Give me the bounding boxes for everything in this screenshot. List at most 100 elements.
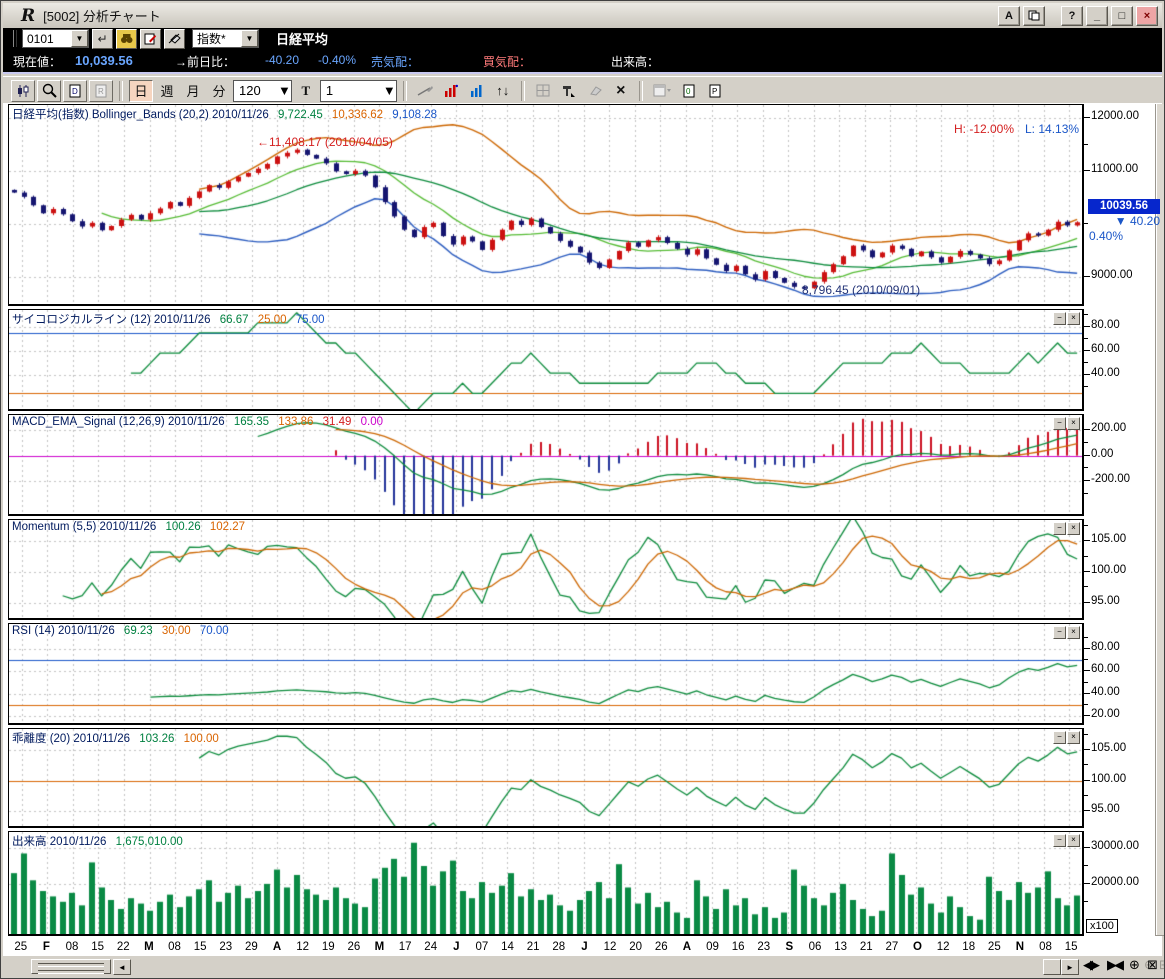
symbol-code-combobox[interactable]: 0101 ▼: [22, 29, 89, 48]
x-axis-label: 17: [392, 941, 418, 953]
momentum-title: Momentum (5,5) 2010/11/26: [12, 521, 156, 533]
search-button[interactable]: [116, 29, 137, 49]
chevron-down-icon[interactable]: ▼: [71, 30, 88, 47]
print-page-button[interactable]: P: [703, 80, 727, 102]
close-button[interactable]: ×: [1136, 6, 1158, 26]
copy-window-button[interactable]: [1023, 6, 1045, 26]
change-pct-value: -0.40%: [318, 53, 356, 67]
help-button[interactable]: ?: [1061, 6, 1083, 26]
panel-minimize-button[interactable]: −: [1053, 731, 1066, 744]
grid-layout-button[interactable]: [531, 80, 555, 102]
page-r-button[interactable]: R: [89, 80, 113, 102]
period-minute-button[interactable]: 分: [207, 80, 231, 102]
panel-minimize-button[interactable]: −: [1053, 626, 1066, 639]
right-splitter[interactable]: [1155, 104, 1165, 936]
panel-close-button[interactable]: ×: [1067, 731, 1080, 744]
panel-minimize-button[interactable]: −: [1053, 417, 1066, 430]
chart-toolbar: D R 日 週 月 分 120 ▼ T 1 ▼ ↑↓: [3, 76, 1162, 104]
red-bars-icon: [444, 84, 458, 97]
scroll-right-button[interactable]: ►: [1061, 959, 1079, 975]
text-tool-button[interactable]: T: [294, 80, 318, 102]
macd-plot[interactable]: [9, 415, 1082, 514]
interval-combobox[interactable]: 1 ▼: [320, 80, 397, 102]
indicator-blue-button[interactable]: [465, 80, 489, 102]
panel-close-button[interactable]: ×: [1067, 626, 1080, 639]
grid-icon: [536, 84, 550, 97]
save-page-button[interactable]: 0: [677, 80, 701, 102]
psy-upper-ref: 75.00: [296, 314, 325, 326]
scroll-left-button[interactable]: ◄: [113, 959, 131, 975]
app-logo-icon: R: [21, 6, 35, 26]
panel-minimize-button[interactable]: −: [1053, 312, 1066, 325]
rsi-title: RSI (14) 2010/11/26: [12, 625, 115, 637]
momentum-value: 100.26: [165, 521, 200, 533]
zoom-tool-button[interactable]: [37, 80, 61, 102]
y-axis-tick-mark: [1084, 749, 1090, 750]
period-week-button[interactable]: 週: [155, 80, 179, 102]
object-tool-button[interactable]: [557, 80, 581, 102]
panel-minimize-button[interactable]: −: [1053, 834, 1066, 847]
chevron-down-icon[interactable]: ▼: [383, 83, 396, 98]
macd-zero-value: 0.00: [361, 416, 383, 428]
horizontal-scrollbar[interactable]: ◄ ► ◀▶ ▶◀ ⊕ ⊖ ⊞ ⊠: [3, 955, 1162, 975]
momentum-plot[interactable]: [9, 520, 1082, 618]
erase-drawing-button[interactable]: [583, 80, 607, 102]
rsi-plot[interactable]: [9, 624, 1082, 723]
chevron-down-icon[interactable]: ▼: [278, 83, 291, 98]
page-d-button[interactable]: D: [63, 80, 87, 102]
chevron-down-icon[interactable]: ▼: [241, 30, 258, 47]
trendline-button[interactable]: [413, 80, 437, 102]
panel-minimize-button[interactable]: −: [1053, 522, 1066, 535]
category-value: 指数*: [193, 30, 241, 47]
x-axis-label: 23: [213, 941, 239, 953]
y-axis-tick-mark: [1084, 350, 1090, 351]
x-axis-label: S: [776, 941, 802, 953]
panel-close-button[interactable]: ×: [1067, 312, 1080, 325]
momentum-ma-value: 102.27: [210, 521, 245, 533]
candlestick-chart-button[interactable]: [11, 80, 35, 102]
y-axis-minor-tick: [1084, 865, 1088, 866]
panel-close-button[interactable]: ×: [1067, 834, 1080, 847]
x-axis-label: 26: [341, 941, 367, 953]
main-chart-plot[interactable]: [9, 105, 1082, 304]
y-axis-minor-tick: [1084, 386, 1088, 387]
close-panel-icon[interactable]: ⊠: [1147, 957, 1158, 973]
y-axis-tick-label: 9000.00: [1091, 269, 1133, 281]
y-axis-tick-label: 100.00: [1091, 773, 1126, 785]
font-size-button[interactable]: A: [998, 6, 1020, 26]
scroll-page-button[interactable]: [1043, 959, 1061, 975]
maximize-button[interactable]: □: [1111, 6, 1133, 26]
y-axis-minor-tick: [1084, 314, 1088, 315]
grid-view-icon[interactable]: ⊞: [1159, 957, 1165, 973]
zoom-in-icon[interactable]: ⊕: [1129, 957, 1140, 973]
submit-button[interactable]: ↵: [92, 29, 113, 49]
edit-list-button[interactable]: [140, 29, 161, 49]
delete-all-button[interactable]: ×: [609, 80, 633, 102]
y-axis-minor-tick: [1084, 525, 1088, 526]
bars-count-combobox[interactable]: 120 ▼: [233, 80, 292, 102]
scrollbar-thumb[interactable]: [31, 959, 111, 974]
toolbar-grip[interactable]: [13, 30, 17, 47]
x-axis-label: 26: [648, 941, 674, 953]
minimize-button[interactable]: _: [1086, 6, 1108, 26]
panel-close-button[interactable]: ×: [1067, 522, 1080, 535]
panel-close-button[interactable]: ×: [1067, 417, 1080, 430]
y-axis-tick-mark: [1084, 847, 1090, 848]
title-bar[interactable]: R [5002] 分析チャート A ? _ □ ×: [3, 3, 1162, 28]
clear-button[interactable]: [164, 29, 185, 49]
collapse-bars-icon[interactable]: ▶◀: [1107, 957, 1121, 973]
x-axis-label: A: [674, 941, 700, 953]
page-0-icon: 0: [683, 84, 695, 98]
period-month-button[interactable]: 月: [181, 80, 205, 102]
macd-title: MACD_EMA_Signal (12,26,9) 2010/11/26: [12, 416, 225, 428]
category-combobox[interactable]: 指数* ▼: [192, 29, 259, 48]
y-axis-tick-label: 0.00: [1091, 448, 1113, 460]
y-axis-minor-tick: [1084, 659, 1088, 660]
x-axis-label: M: [136, 941, 162, 953]
indicator-red-button[interactable]: [439, 80, 463, 102]
expand-bars-icon[interactable]: ◀▶: [1083, 957, 1097, 973]
period-day-button[interactable]: 日: [129, 80, 153, 102]
window-style-button[interactable]: [649, 80, 675, 102]
y-axis-minor-tick: [1084, 338, 1088, 339]
sort-updown-button[interactable]: ↑↓: [491, 80, 515, 102]
